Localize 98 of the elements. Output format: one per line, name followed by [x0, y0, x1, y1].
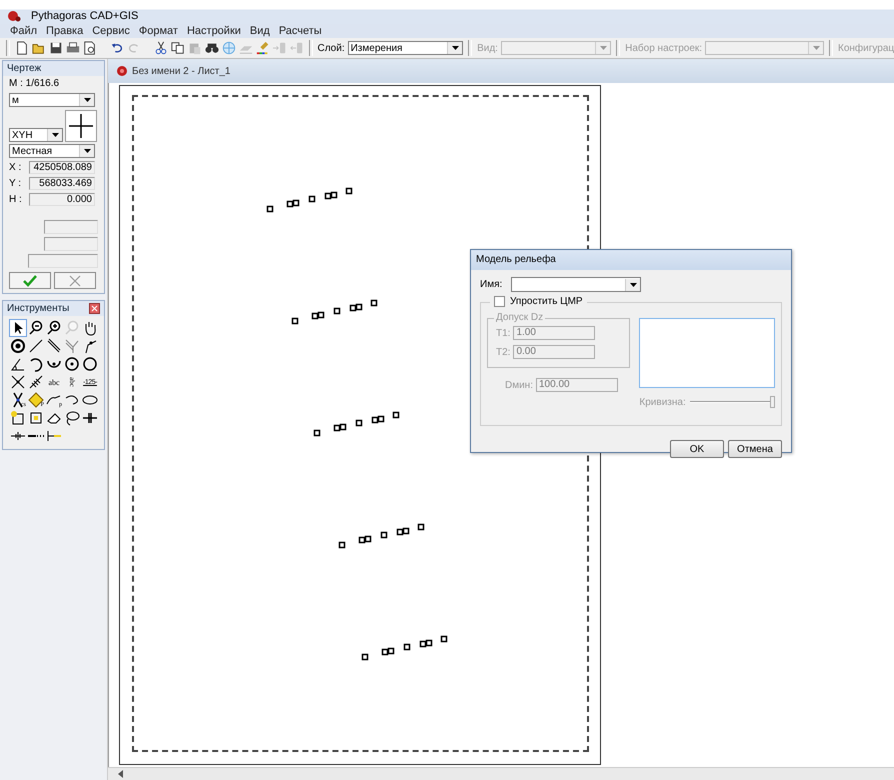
intersection-icon: [10, 374, 26, 390]
document-icon: [116, 65, 128, 77]
min-distance-label: Dмин:: [505, 380, 533, 390]
tool-button[interactable]: [45, 337, 63, 355]
curvature-label: Кривизна:: [639, 396, 686, 408]
print-preview-icon[interactable]: [82, 40, 97, 56]
cross-cs-icon: [13, 392, 23, 408]
hatched-line-icon: [28, 374, 44, 390]
preset-label: Набор настроек:: [625, 42, 702, 54]
panel-title: Инструменты: [7, 303, 70, 314]
polygon-edit-icon: [10, 410, 26, 426]
unit-dropdown[interactable]: м: [9, 93, 95, 107]
double-line-icon: [46, 338, 62, 354]
line-icon: [28, 338, 44, 354]
input-field[interactable]: [28, 254, 98, 268]
tool-button[interactable]: [27, 319, 45, 337]
tolerance-label: T1:: [496, 328, 510, 338]
lasso-icon: [64, 410, 80, 426]
input-field[interactable]: [44, 237, 98, 251]
branch-lines-icon: [64, 338, 80, 354]
circle-points-icon: [82, 356, 98, 372]
coordinate-label: X :: [9, 162, 22, 173]
menu-item[interactable]: Файл: [8, 25, 44, 37]
brush-icon[interactable]: [256, 40, 270, 56]
layer-label: Слой:: [318, 42, 345, 54]
dropdown-arrow-icon: [452, 46, 459, 50]
tool-button[interactable]: [27, 373, 45, 391]
arc-icon: [28, 356, 44, 372]
coordinate-field[interactable]: 4250508.089: [29, 161, 95, 174]
scroll-left-icon[interactable]: [118, 770, 124, 778]
confirm-button[interactable]: [9, 272, 51, 289]
configuration-label: Конфигурац: [838, 42, 894, 54]
menu-item[interactable]: Вид: [248, 25, 277, 37]
coordinate-system-dropdown[interactable]: Местная: [9, 144, 95, 158]
tool-button[interactable]: [63, 355, 81, 373]
coordinate-field[interactable]: 568033.469: [29, 177, 95, 190]
curvature-slider[interactable]: [690, 396, 775, 408]
zoom-icon: [64, 320, 80, 336]
crosshair-preview: [65, 110, 97, 142]
angle-icon: [10, 356, 26, 372]
document-title: Без имени 2 - Лист_1: [132, 66, 230, 76]
tool-button[interactable]: [9, 319, 27, 337]
app-logo-icon: [7, 10, 21, 22]
tolerance-group-title: Допуск Dz: [494, 312, 546, 323]
zoom-in-icon: [46, 320, 62, 336]
menu-item[interactable]: Формат: [136, 25, 185, 37]
dropdown-arrow-icon: [84, 149, 90, 153]
close-icon: [69, 274, 81, 286]
panel-title: Чертеж: [3, 61, 104, 76]
scissors-icon[interactable]: [154, 40, 168, 56]
menu-item[interactable]: Настройки: [184, 25, 248, 37]
tool-button[interactable]: [27, 337, 45, 355]
tool-button[interactable]: [9, 373, 27, 391]
target-icon: [10, 338, 26, 354]
dropdown-arrow-icon: [812, 46, 820, 50]
min-distance-field[interactable]: 100.00: [536, 378, 618, 392]
simplify-label: Упростить ЦМР: [510, 296, 583, 307]
circle-center-icon: [64, 356, 80, 372]
coordinate-label: Y :: [9, 178, 22, 189]
view-label: Вид:: [477, 42, 498, 54]
dropdown-arrow-icon: [630, 282, 637, 286]
menu-item[interactable]: Расчеты: [276, 25, 329, 37]
copy-icon[interactable]: [170, 40, 185, 56]
new-document-icon[interactable]: [14, 40, 29, 56]
close-icon[interactable]: [89, 303, 100, 314]
input-field[interactable]: [44, 220, 98, 234]
layer-dropdown[interactable]: Измерения: [348, 41, 464, 55]
zoom-out-icon: [28, 320, 44, 336]
menu-item[interactable]: Сервис: [90, 25, 137, 37]
dropdown-arrow-icon: [600, 46, 607, 50]
split-line-icon: [82, 410, 98, 426]
save-icon[interactable]: [48, 40, 63, 56]
dropdown-arrow-icon: [84, 98, 90, 102]
simplify-checkbox[interactable]: [494, 296, 505, 307]
tool-button[interactable]: [81, 355, 99, 373]
tool-button[interactable]: [45, 319, 63, 337]
tool-button[interactable]: abc: [45, 373, 63, 391]
line-end-icon: [46, 428, 62, 444]
dialog-title: Модель рельефа: [471, 250, 791, 270]
scale-text: M : 1/616.6: [9, 78, 60, 89]
tolerance-field[interactable]: 0.00: [513, 345, 596, 359]
menu-item[interactable]: Правка: [44, 25, 90, 37]
tolerance-field[interactable]: 1.00: [513, 326, 596, 340]
dialog-button[interactable]: Отмена: [728, 440, 782, 458]
tool-button[interactable]: [9, 337, 27, 355]
window-title: Pythagoras CAD+GIS: [31, 10, 138, 22]
name-dropdown[interactable]: [511, 277, 642, 292]
square-point-icon: [28, 410, 44, 426]
coordinate-label: H :: [9, 194, 23, 205]
dashed-line-icon: [28, 435, 44, 437]
checkmark-icon: [23, 274, 37, 286]
dialog-button[interactable]: OK: [670, 440, 724, 458]
axes-dropdown[interactable]: XYH: [9, 128, 63, 142]
name-label: Имя:: [480, 279, 502, 290]
diamond-label-icon: [28, 392, 44, 408]
tolerance-label: T2:: [496, 346, 510, 358]
coordinate-field[interactable]: 0.000: [29, 193, 95, 206]
dropdown-arrow-icon: [52, 133, 58, 137]
